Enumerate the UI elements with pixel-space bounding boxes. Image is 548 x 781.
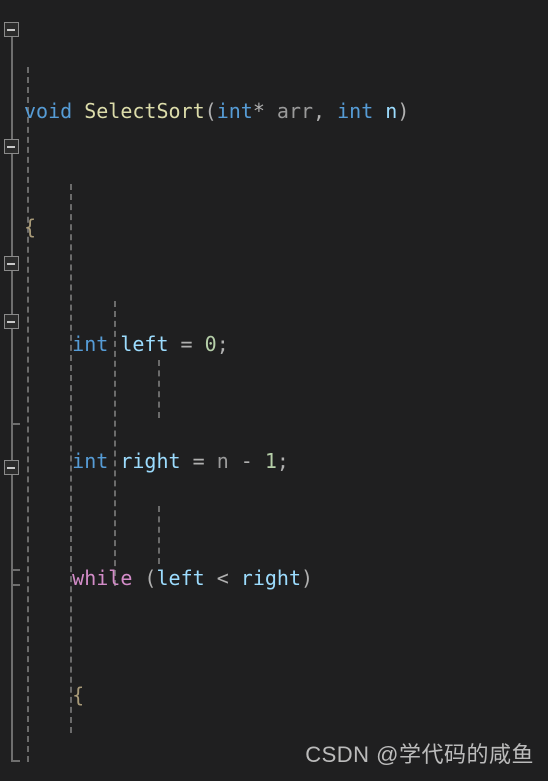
code-line-5[interactable]: while (left < right) <box>0 564 548 593</box>
code-line-4[interactable]: int right = n - 1; <box>0 447 548 476</box>
code-line-3[interactable]: int left = 0; <box>0 330 548 359</box>
token-keyword: void <box>24 98 73 123</box>
token-control-while: while <box>72 565 133 590</box>
code-content[interactable]: void SelectSort(int* arr, int n) { int l… <box>0 9 548 781</box>
code-line-2[interactable]: { <box>0 213 548 242</box>
code-line-6[interactable]: { <box>0 681 548 710</box>
code-editor[interactable]: void SelectSort(int* arr, int n) { int l… <box>0 0 548 781</box>
token-function-name: SelectSort <box>84 98 205 123</box>
watermark-text: CSDN @学代码的咸鱼 <box>305 741 534 767</box>
code-line-1[interactable]: void SelectSort(int* arr, int n) <box>0 97 548 126</box>
